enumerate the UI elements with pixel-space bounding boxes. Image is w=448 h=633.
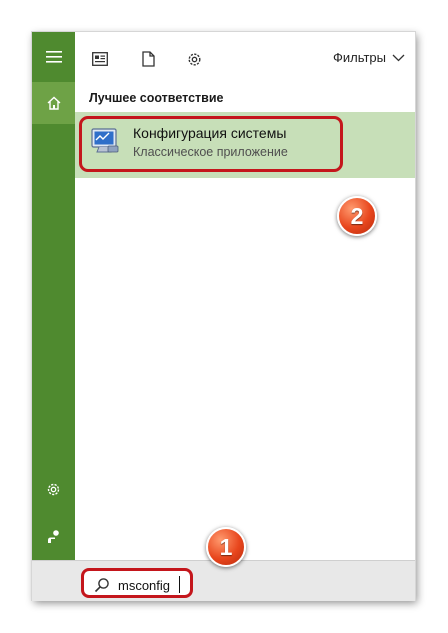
result-title: Конфигурация системы <box>133 125 287 141</box>
user-button[interactable] <box>32 516 75 558</box>
results-toolbar: Фильтры <box>75 32 415 84</box>
home-icon <box>47 96 60 110</box>
search-input[interactable]: msconfig <box>81 568 193 598</box>
step-1-badge: 1 <box>206 527 246 567</box>
user-icon <box>47 530 59 543</box>
document-icon <box>141 51 155 67</box>
search-results-panel: Фильтры Лучшее соответствие Конфигурация… <box>75 32 415 600</box>
start-search-window: Фильтры Лучшее соответствие Конфигурация… <box>32 32 415 601</box>
documents-filter-button[interactable] <box>137 48 159 70</box>
filters-dropdown[interactable]: Фильтры <box>333 50 405 65</box>
step-2-badge: 2 <box>337 196 377 236</box>
news-icon <box>92 52 108 66</box>
best-match-result[interactable]: Конфигурация системы Классическое прилож… <box>75 112 415 178</box>
best-match-heading: Лучшее соответствие <box>89 91 224 105</box>
result-subtitle: Классическое приложение <box>133 145 288 159</box>
chevron-down-icon <box>392 54 405 61</box>
text-caret <box>179 576 180 593</box>
gear-icon <box>47 483 60 495</box>
search-icon <box>94 578 109 593</box>
filters-label: Фильтры <box>332 50 386 65</box>
news-filter-button[interactable] <box>89 48 111 70</box>
home-button[interactable] <box>32 82 75 124</box>
start-rail <box>32 32 75 600</box>
search-value: msconfig <box>118 578 171 593</box>
menu-button[interactable] <box>32 36 75 78</box>
hamburger-icon <box>45 51 62 63</box>
gear-icon <box>187 52 201 66</box>
settings-filter-button[interactable] <box>183 48 205 70</box>
settings-button[interactable] <box>32 468 75 510</box>
system-config-icon <box>91 128 119 153</box>
